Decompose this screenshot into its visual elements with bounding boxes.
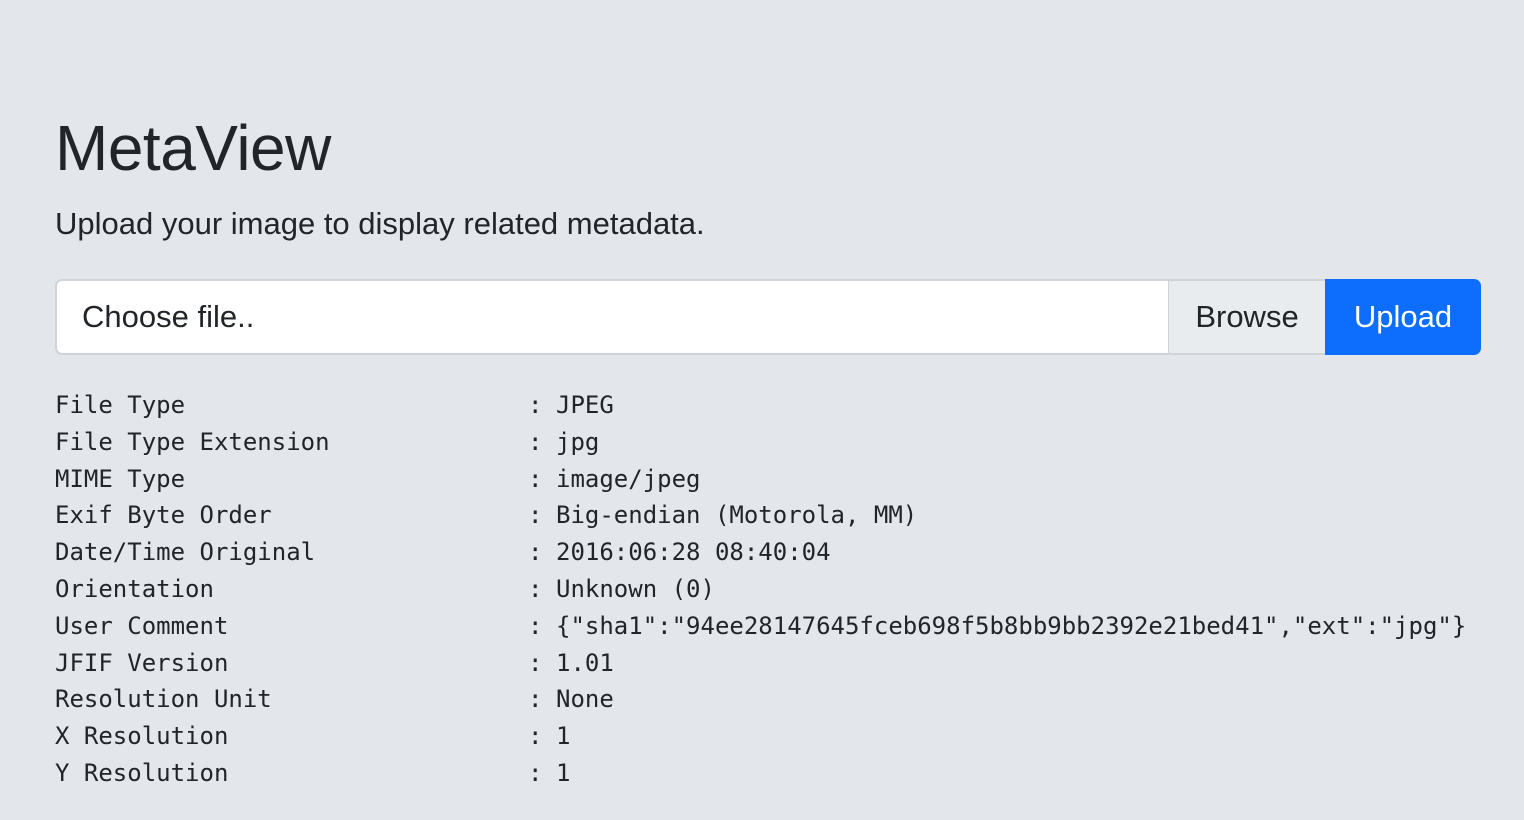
metadata-separator: : [528,501,543,530]
page-subtitle: Upload your image to display related met… [55,206,705,241]
metadata-separator: : [528,685,543,714]
file-input-placeholder: Choose file.. [82,299,255,334]
metadata-separator: : [528,464,543,493]
metadata-row: File Type : JPEG [55,387,1466,424]
metadata-separator: : [528,427,543,456]
metadata-separator: : [528,722,543,751]
metadata-key: JFIF Version [55,648,229,677]
metadata-value: 1 [556,758,571,787]
metadata-key: Exif Byte Order [55,501,272,530]
metadata-separator: : [528,538,543,567]
metadata-key: X Resolution [55,722,229,751]
page-title: MetaView [55,112,331,184]
metadata-key: Orientation [55,574,214,603]
metadata-row: Resolution Unit : None [55,681,1466,718]
metadata-value: JPEG [556,391,614,419]
metadata-separator: : [528,574,543,603]
metadata-row: Date/Time Original : 2016:06:28 08:40:04 [55,534,1466,571]
metadata-key: Date/Time Original [55,538,316,567]
metadata-key: User Comment [55,611,229,640]
metadata-separator: : [528,648,543,677]
browse-button[interactable]: Browse [1169,279,1325,355]
metadata-value: None [556,685,614,714]
browse-button-label: Browse [1195,299,1299,334]
upload-button[interactable]: Upload [1325,279,1481,355]
metadata-row: Y Resolution : 1 [55,755,1466,792]
upload-form: Choose file.. Browse Upload [55,279,1481,355]
metadata-row: Orientation : Unknown (0) [55,571,1466,608]
metadata-value: Big-endian (Motorola, MM) [556,501,918,530]
file-input[interactable]: Choose file.. [55,279,1169,355]
metadata-key: MIME Type [55,464,186,493]
metadata-row: File Type Extension : jpg [55,424,1466,461]
metadata-row: MIME Type : image/jpeg [55,461,1466,498]
metadata-separator: : [528,758,543,787]
metadata-value: 2016:06:28 08:40:04 [556,538,831,567]
metadata-separator: : [528,611,543,640]
metadata-value: image/jpeg [556,464,701,493]
metadata-key: File Type Extension [55,427,330,456]
metadata-row: X Resolution : 1 [55,718,1466,755]
metadata-key: Resolution Unit [55,685,272,714]
metadata-value: 1.01 [556,648,614,677]
metadata-value: jpg [556,427,600,456]
metadata-key: File Type [55,391,186,419]
metadata-value: {"sha1":"94ee28147645fceb698f5b8bb9bb239… [556,611,1467,640]
metadata-row: Exif Byte Order : Big-endian (Motorola, … [55,497,1466,534]
metadata-key: Y Resolution [55,758,229,787]
metadata-row: JFIF Version : 1.01 [55,645,1466,682]
metadata-list: File Type : JPEG File Type Extension : j… [55,387,1466,792]
metadata-row: User Comment : {"sha1":"94ee28147645fceb… [55,608,1466,645]
metadata-value: Unknown (0) [556,574,715,603]
metadata-separator: : [528,391,543,419]
metadata-value: 1 [556,722,571,751]
